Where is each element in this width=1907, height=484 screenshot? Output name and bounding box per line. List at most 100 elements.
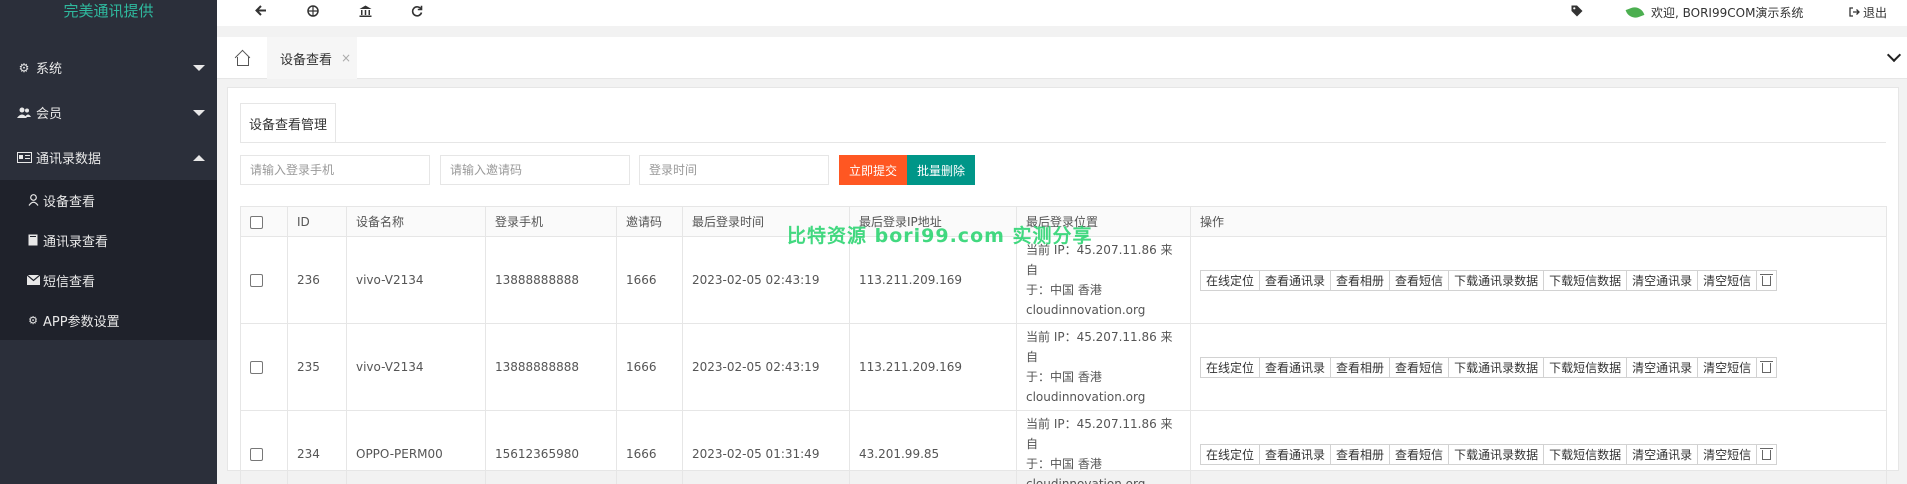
column-header: ID [287,206,347,237]
view-sms-button[interactable]: 查看短信 [1389,356,1450,378]
locate-button[interactable]: 在线定位 [1200,443,1261,465]
action-group: 在线定位 查看通讯录 查看相册 查看短信 下载通讯录数据 下载短信数据 清空通讯… [1200,443,1877,465]
chevron-down-icon[interactable] [1886,47,1902,63]
view-contacts-button[interactable]: 查看通讯录 [1259,443,1332,465]
sidebar-item-label: APP参数设置 [43,314,120,330]
sidebar-item-sms-view[interactable]: 短信查看 [0,260,217,300]
gear-icon: ⚙ [18,60,30,75]
location-line: 当前 IP：45.207.11.86 来自 [1026,417,1173,451]
view-sms-button[interactable]: 查看短信 [1389,443,1450,465]
view-sms-button[interactable]: 查看短信 [1389,269,1450,291]
batch-delete-button[interactable]: 批量删除 [907,155,975,185]
sidebar-item-label: 短信查看 [43,274,96,290]
view-album-button[interactable]: 查看相册 [1330,443,1391,465]
sidebar-item-app-settings[interactable]: ⚙ APP参数设置 [0,300,217,340]
view-album-button[interactable]: 查看相册 [1330,356,1391,378]
clear-contacts-button[interactable]: 清空通讯录 [1626,356,1699,378]
sidebar-item-label: 设备查看 [43,194,96,210]
cell-actions: 在线定位 查看通讯录 查看相册 查看短信 下载通讯录数据 下载短信数据 清空通讯… [1190,410,1887,484]
download-sms-button[interactable]: 下载短信数据 [1543,443,1628,465]
tab-device-management[interactable]: 设备查看管理 [240,103,336,143]
tag-icon[interactable] [1571,5,1583,21]
sidebar-item-contacts-view[interactable]: 通讯录查看 [0,220,217,260]
delete-button[interactable] [1756,443,1778,465]
row-select-cell [240,236,288,324]
row-checkbox[interactable] [250,448,263,461]
locate-button[interactable]: 在线定位 [1200,269,1261,291]
tab-device-view[interactable]: 设备查看 × [267,37,357,79]
submit-button[interactable]: 立即提交 [839,155,907,185]
delete-button[interactable] [1756,269,1778,291]
id-card-icon [16,151,32,165]
tab-bar: 设备查看 × [217,37,1907,79]
logout-button[interactable]: 退出 [1849,4,1887,21]
book-icon [26,234,40,246]
download-sms-button[interactable]: 下载短信数据 [1543,356,1628,378]
tab-home[interactable] [217,37,267,79]
clear-contacts-button[interactable]: 清空通讯录 [1626,443,1699,465]
row-select-cell [240,410,288,484]
close-icon[interactable]: × [341,51,351,65]
device-table: ID 设备名称 登录手机 邀请码 最后登录时间 最后登录IP地址 最后登录位置 … [240,206,1887,484]
cell-id: 236 [287,236,347,324]
select-all-checkbox[interactable] [250,215,263,229]
column-header: 登录手机 [485,206,617,237]
location-line: 于：中国 香港 [1026,457,1102,471]
location-line: 于：中国 香港 [1026,370,1102,384]
download-contacts-button[interactable]: 下载通讯录数据 [1448,356,1545,378]
sidebar-item-system[interactable]: ⚙ 系统 [0,45,217,90]
cell-phone: 13888888888 [485,236,617,324]
row-checkbox[interactable] [250,274,263,287]
trash-icon [1760,274,1774,286]
action-group: 在线定位 查看通讯录 查看相册 查看短信 下载通讯录数据 下载短信数据 清空通讯… [1200,356,1877,378]
login-time-input[interactable] [639,155,829,185]
clear-contacts-button[interactable]: 清空通讯录 [1626,269,1699,291]
refresh-icon[interactable] [411,5,423,21]
cell-phone: 13888888888 [485,323,617,411]
cell-time: 2023-02-05 02:43:19 [682,323,850,411]
logout-icon [1849,6,1860,20]
view-contacts-button[interactable]: 查看通讯录 [1259,356,1332,378]
welcome-text: 欢迎, BORI99COM演示系统 [1651,6,1804,20]
bank-icon[interactable] [359,5,372,21]
location-line: cloudinnovation.org [1026,477,1146,484]
view-album-button[interactable]: 查看相册 [1330,269,1391,291]
cell-ip: 43.201.99.85 [849,410,1017,484]
location-line: 当前 IP：45.207.11.86 来自 [1026,330,1173,364]
trash-icon [1760,448,1774,460]
clear-sms-button[interactable]: 清空短信 [1697,269,1758,291]
user-icon [26,194,40,206]
globe-icon[interactable] [307,5,319,21]
cell-actions: 在线定位 查看通讯录 查看相册 查看短信 下载通讯录数据 下载短信数据 清空通讯… [1190,323,1887,411]
login-phone-input[interactable] [240,155,430,185]
gear-icon: ⚙ [28,313,38,327]
delete-button[interactable] [1756,356,1778,378]
view-contacts-button[interactable]: 查看通讯录 [1259,269,1332,291]
action-group: 在线定位 查看通讯录 查看相册 查看短信 下载通讯录数据 下载短信数据 清空通讯… [1200,269,1877,291]
download-contacts-button[interactable]: 下载通讯录数据 [1448,269,1545,291]
clear-sms-button[interactable]: 清空短信 [1697,356,1758,378]
cell-phone: 15612365980 [485,410,617,484]
arrow-left-icon[interactable] [255,5,267,20]
download-sms-button[interactable]: 下载短信数据 [1543,269,1628,291]
table-row: 236 vivo-V2134 13888888888 1666 2023-02-… [240,236,1887,324]
invite-code-input[interactable] [440,155,630,185]
column-header: 邀请码 [616,206,683,237]
cell-ip: 113.211.209.169 [849,236,1017,324]
cell-device: vivo-V2134 [346,236,486,324]
sidebar-item-label: 会员 [36,107,63,122]
user-welcome[interactable]: 欢迎, BORI99COM演示系统 [1625,4,1804,21]
top-header: 欢迎, BORI99COM演示系统 退出 [217,0,1907,26]
sidebar-item-contacts-data[interactable]: 通讯录数据 [0,135,217,180]
cell-id: 235 [287,323,347,411]
cell-device: vivo-V2134 [346,323,486,411]
locate-button[interactable]: 在线定位 [1200,356,1261,378]
location-line: 于：中国 香港 [1026,283,1102,297]
clear-sms-button[interactable]: 清空短信 [1697,443,1758,465]
caret-down-icon [193,109,205,116]
row-checkbox[interactable] [250,361,263,374]
sidebar-item-members[interactable]: 会员 [0,90,217,135]
download-contacts-button[interactable]: 下载通讯录数据 [1448,443,1545,465]
cell-device: OPPO-PERM00 [346,410,486,484]
sidebar-item-device-view[interactable]: 设备查看 [0,180,217,220]
